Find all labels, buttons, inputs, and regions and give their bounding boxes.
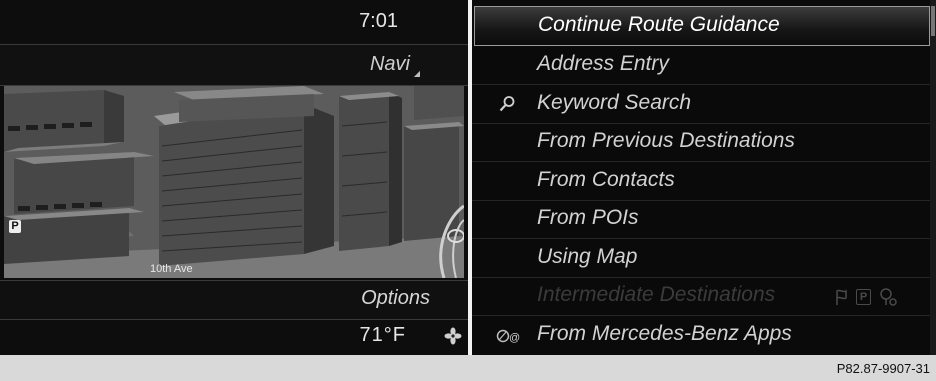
navi-label: Navi (369, 53, 410, 75)
destination-flag-icon (834, 288, 848, 311)
menu-item-from-mercedes-benz-apps[interactable]: @ From Mercedes-Benz Apps (472, 316, 930, 354)
city-3d-map (4, 86, 464, 278)
menu-item-label: Address Entry (537, 52, 669, 75)
parking-icon: P (856, 289, 871, 305)
menu-item-label: From Contacts (537, 168, 675, 191)
menu-item-label: From POIs (537, 206, 639, 229)
temperature-readout: 71°F (359, 324, 406, 346)
menu-item-intermediate-destinations: Intermediate Destinations P (472, 277, 930, 316)
climate-bar: 71°F (0, 318, 468, 355)
menu-item-using-map[interactable]: Using Map (472, 239, 930, 278)
menu-item-label: From Previous Destinations (537, 129, 795, 152)
navigation-pane: 7:01 Navi ◢ 10th Ave P Options 71°F (0, 0, 468, 355)
menu-item-address-entry[interactable]: Address Entry (472, 46, 930, 85)
magnifier-icon (498, 95, 516, 118)
street-label: 10th Ave (150, 263, 193, 275)
menu-item-from-contacts[interactable]: From Contacts (472, 162, 930, 201)
parking-icon: P (9, 220, 21, 233)
figure-caption: P82.87-9907-31 (836, 361, 930, 376)
fan-icon[interactable] (444, 327, 462, 350)
menu-item-keyword-search[interactable]: Keyword Search (472, 85, 930, 124)
menu-item-label: Keyword Search (537, 91, 692, 114)
head-unit-screen: 7:01 Navi ◢ 10th Ave P Options 71°F Cont… (0, 0, 936, 355)
clock: 7:01 (359, 10, 398, 32)
options-button[interactable]: Options (0, 280, 468, 320)
menu-item-label: Using Map (537, 245, 638, 268)
status-bar: 7:01 (0, 0, 468, 44)
menu-item-from-pois[interactable]: From POIs (472, 200, 930, 239)
poi-icon (878, 287, 898, 312)
svg-text:@: @ (509, 332, 520, 344)
destination-menu: Continue Route Guidance Address Entry Ke… (472, 0, 936, 355)
submenu-triangle-icon: ◢ (413, 69, 420, 78)
menu-item-from-previous-destinations[interactable]: From Previous Destinations (472, 123, 930, 162)
menu-scrollbar[interactable] (930, 0, 936, 355)
menu-item-label: From Mercedes-Benz Apps (537, 322, 792, 345)
menu-item-label: Intermediate Destinations (537, 283, 776, 306)
navi-menu-button[interactable]: Navi ◢ (0, 44, 468, 86)
menu-item-continue-route-guidance[interactable]: Continue Route Guidance (474, 6, 930, 46)
options-label: Options (361, 287, 430, 309)
menu-item-label: Continue Route Guidance (538, 13, 780, 36)
scrollbar-thumb[interactable] (931, 6, 935, 36)
map-view[interactable]: 10th Ave P (4, 86, 464, 278)
apps-icon: @ (496, 328, 520, 349)
